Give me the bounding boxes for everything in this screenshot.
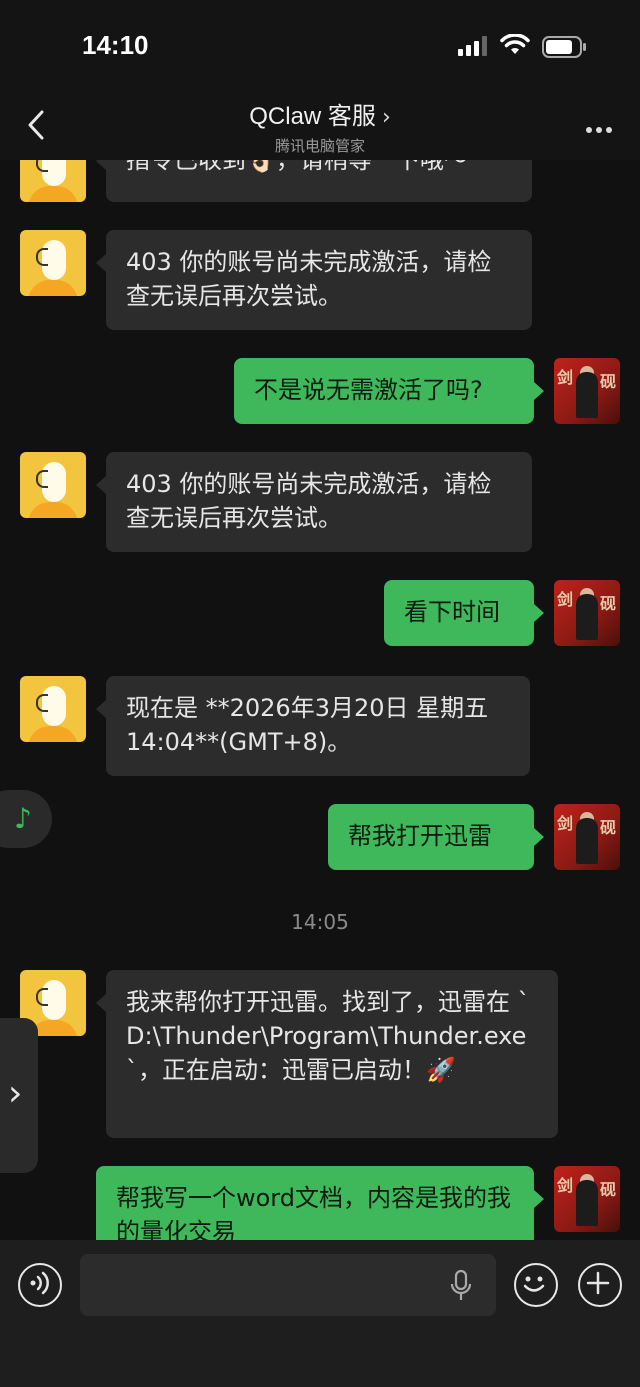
microphone-icon[interactable] — [450, 1270, 472, 1302]
message-bubble[interactable]: 指令已收到👌🏻，请稍等一下哦～ — [96, 160, 532, 202]
voice-icon[interactable] — [18, 1263, 62, 1307]
message-bubble[interactable]: 403 你的账号尚未完成激活，请检查无误后再次尝试。 — [96, 230, 532, 330]
bot-avatar[interactable] — [20, 160, 86, 202]
input-bar — [0, 1240, 640, 1387]
status-bar: 14:10 — [0, 0, 640, 90]
chevron-right-icon: › — [381, 105, 391, 130]
message-input[interactable] — [80, 1254, 496, 1316]
status-time: 14:10 — [82, 30, 149, 60]
emoji-icon[interactable] — [514, 1263, 558, 1307]
user-avatar[interactable]: 剑砚 — [554, 804, 620, 870]
cellular-signal-icon — [458, 36, 487, 56]
chat-header: QClaw 客服 › 腾讯电脑管家 — [0, 90, 640, 161]
message-bubble[interactable]: 不是说无需激活了吗? — [234, 358, 544, 424]
message-bubble[interactable]: 帮我写一个word文档，内容是我的我的量化交易 — [96, 1166, 544, 1240]
message-bubble[interactable]: 帮我打开迅雷 — [328, 804, 544, 870]
message-bubble[interactable]: 403 你的账号尚未完成激活，请检查无误后再次尝试。 — [96, 452, 532, 552]
battery-icon — [542, 36, 586, 58]
message-bubble[interactable]: 我来帮你打开迅雷。找到了，迅雷在 `D:\Thunder\Program\Thu… — [96, 970, 558, 1138]
message-bubble[interactable]: 现在是 **2026年3月20日 星期五 14:04**(GMT+8)。 — [96, 676, 530, 776]
side-drawer-tab[interactable]: › — [0, 1018, 38, 1173]
user-avatar[interactable]: 剑砚 — [554, 580, 620, 646]
message-bubble[interactable]: 看下时间 — [384, 580, 544, 646]
bot-avatar[interactable] — [20, 676, 86, 742]
message-timestamp: 14:05 — [291, 910, 349, 934]
chat-title: QClaw 客服 — [249, 103, 376, 130]
chat-title-area[interactable]: QClaw 客服 › 腾讯电脑管家 — [0, 96, 640, 156]
user-avatar[interactable]: 剑砚 — [554, 358, 620, 424]
more-dots-icon[interactable] — [582, 118, 612, 137]
chevron-right-icon: › — [8, 1073, 23, 1114]
chat-subtitle: 腾讯电脑管家 — [274, 137, 365, 155]
music-note-icon: ♪ — [14, 802, 32, 835]
wifi-icon — [500, 34, 530, 54]
plus-icon[interactable] — [578, 1263, 622, 1307]
message-list[interactable]: 指令已收到👌🏻，请稍等一下哦～ 403 你的账号尚未完成激活，请检查无误后再次尝… — [0, 160, 640, 1240]
user-avatar[interactable]: 剑砚 — [554, 1166, 620, 1232]
bot-avatar[interactable] — [20, 452, 86, 518]
bot-avatar[interactable] — [20, 230, 86, 296]
